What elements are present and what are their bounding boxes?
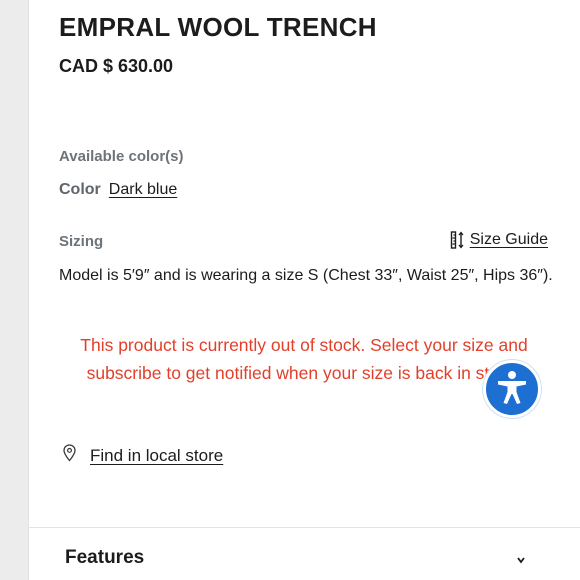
- size-guide-link[interactable]: Size Guide: [450, 231, 548, 249]
- product-price: CAD $ 630.00: [59, 56, 174, 76]
- color-row: Color Dark blue: [59, 181, 177, 199]
- find-in-store-link[interactable]: Find in local store: [63, 444, 223, 467]
- model-size-info: Model is 5′9″ and is wearing a size S (C…: [59, 267, 553, 284]
- size-guide-label: Size Guide: [469, 231, 548, 248]
- features-accordion-header[interactable]: Features: [65, 547, 144, 569]
- product-title: EMPRAL WOOL TRENCH: [59, 12, 377, 42]
- available-colors-label: Available color(s): [59, 148, 184, 165]
- map-pin-icon: [63, 444, 76, 467]
- product-detail-panel: EMPRAL WOOL TRENCH CAD $ 630.00 Availabl…: [28, 0, 580, 580]
- out-of-stock-message: This product is currently out of stock. …: [80, 335, 528, 383]
- chevron-icon[interactable]: [516, 553, 526, 571]
- sizing-label: Sizing: [59, 233, 104, 250]
- ruler-icon: [450, 231, 466, 249]
- color-value-link[interactable]: Dark blue: [109, 181, 177, 199]
- accessibility-button[interactable]: [483, 360, 541, 418]
- color-label: Color: [59, 181, 101, 198]
- section-divider: [29, 527, 580, 528]
- accessibility-icon: [492, 367, 532, 412]
- find-in-store-label: Find in local store: [90, 445, 224, 465]
